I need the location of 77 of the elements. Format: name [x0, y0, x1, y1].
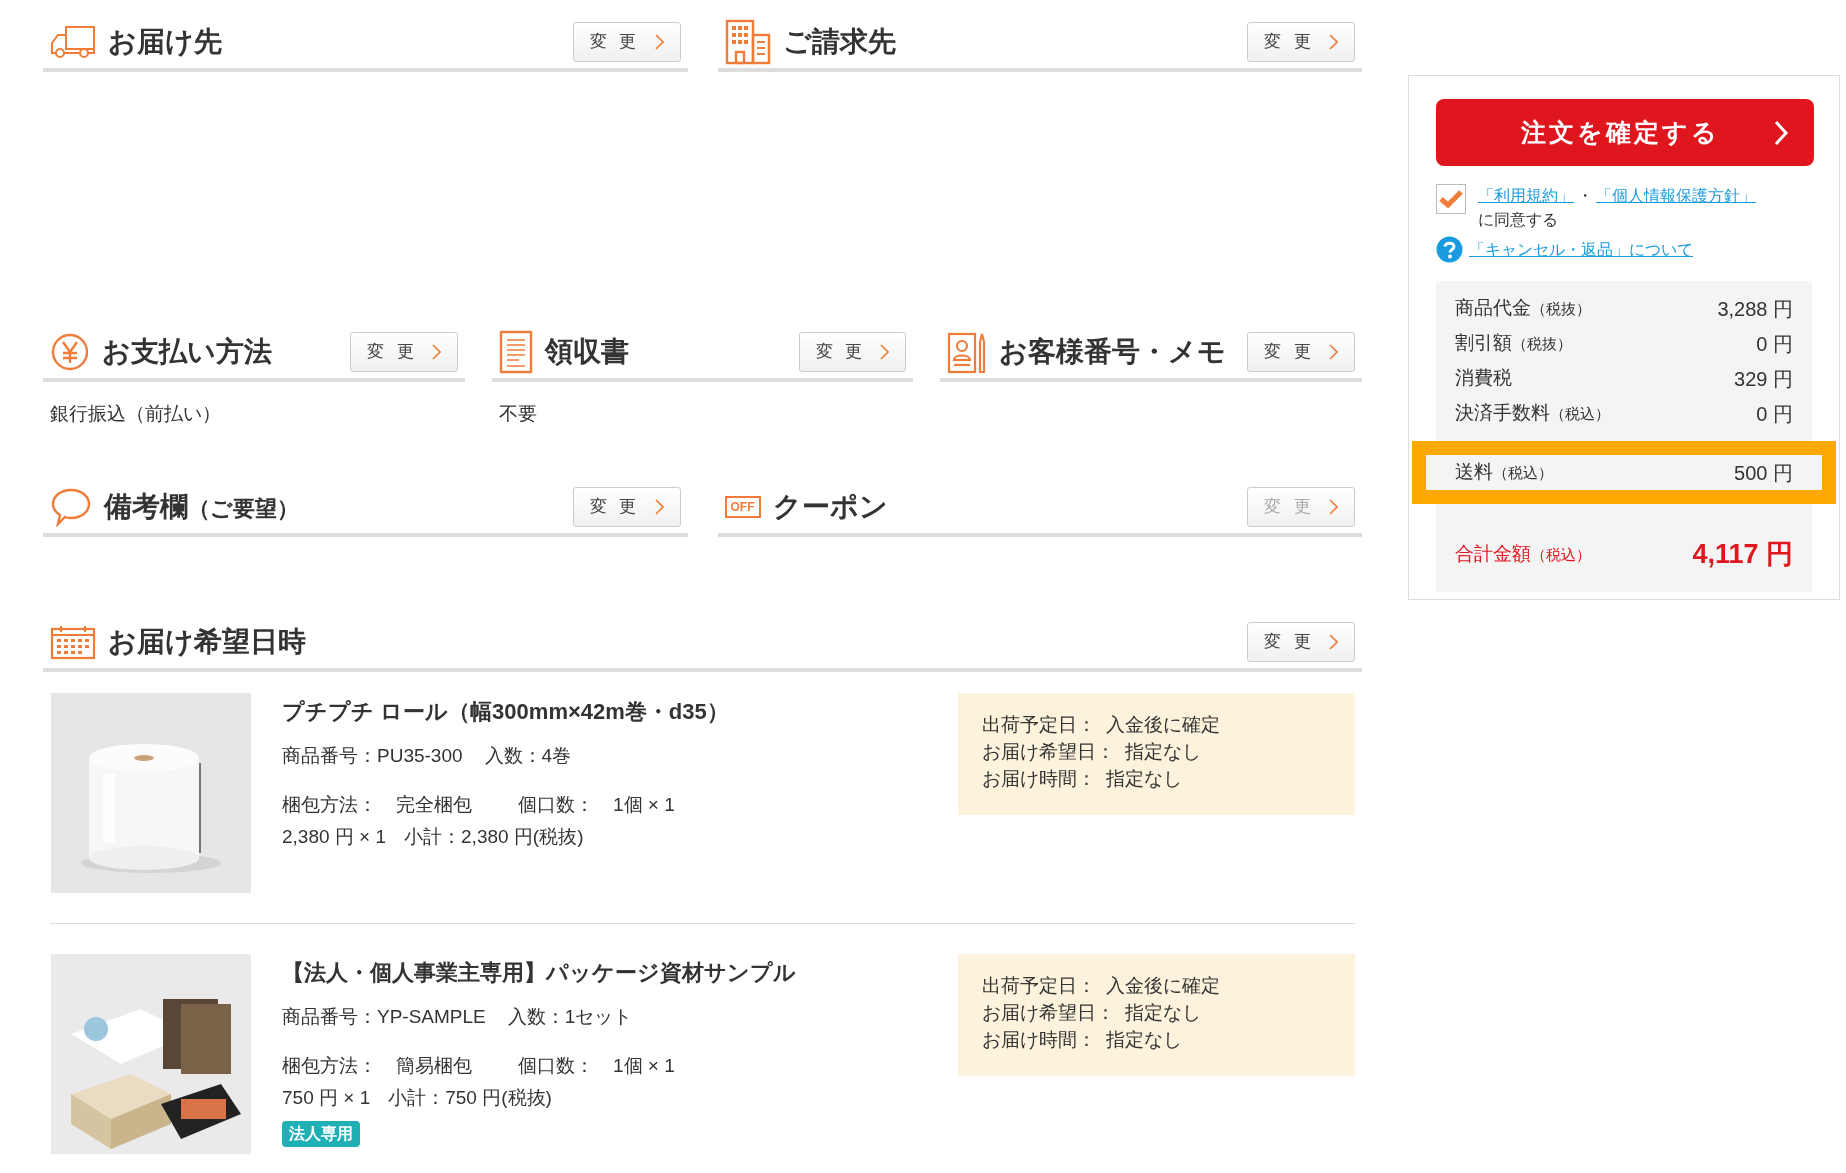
delivery-value: 指定なし [1125, 1001, 1201, 1025]
coupon-icon: OFF [724, 495, 761, 518]
summary-value: 4,117 円 [1692, 537, 1793, 571]
delivery-value: 指定なし [1106, 1028, 1182, 1052]
summary-label: 商品代金（税抜） [1455, 296, 1591, 321]
packing-method: 梱包方法： 完全梱包 [282, 792, 472, 817]
chevron-icon [654, 498, 664, 515]
summary-label: 割引額（税抜） [1455, 331, 1572, 356]
change-button[interactable]: 変 更 [1247, 21, 1355, 62]
item-number: 商品番号：YP-SAMPLE [282, 1005, 486, 1029]
change-button[interactable]: 変 更 [572, 486, 681, 527]
document-icon [498, 329, 533, 374]
delivery-value: 指定なし [1106, 767, 1182, 791]
delivery-label: お届け時間： [982, 1028, 1096, 1052]
delivery-value: 入金後に確定 [1106, 713, 1220, 737]
speech-bubble-icon [50, 486, 92, 527]
quantity: 入数：1セット [507, 1005, 633, 1029]
unit-price: 2,380 円 × 1 [282, 825, 387, 849]
summary-value: 0 円 [1756, 331, 1793, 357]
product-title: 【法人・個人事業主専用】パッケージ資材サンプル [282, 959, 797, 987]
item-number: 商品番号：PU35-300 [282, 744, 463, 768]
chevron-icon [880, 343, 890, 360]
packing-method: 梱包方法： 簡易梱包 [282, 1053, 472, 1078]
summary-label: 合計金額（税込） [1455, 541, 1591, 566]
change-button[interactable]: 変 更 [572, 21, 681, 62]
yen-icon [50, 331, 90, 372]
chevron-icon [1329, 33, 1338, 50]
section-title: クーポン [772, 489, 888, 524]
chevron-icon [654, 33, 664, 50]
section-value: 不要 [497, 402, 538, 426]
section-title: 領収書 [544, 334, 629, 369]
chevron-icon [431, 343, 441, 360]
agree-checkbox[interactable] [1436, 184, 1466, 214]
summary-value: 500 円 [1734, 460, 1793, 486]
delivery-label: お届け時間： [982, 767, 1096, 791]
truck-icon [50, 24, 96, 59]
calendar-icon [50, 623, 96, 660]
delivery-label: 出荷予定日： [982, 974, 1096, 998]
delivery-value: 指定なし [1125, 740, 1201, 764]
summary-label: 消費税 [1455, 366, 1512, 391]
section-title: 備考欄（ご要望） [104, 489, 299, 524]
parcel-count: 個口数： 1個 × 1 [518, 792, 675, 817]
agree-text: に同意する [1478, 210, 1559, 230]
chevron-icon [1329, 498, 1338, 515]
section-title: ご請求先 [782, 24, 896, 59]
summary-value: 3,288 円 [1717, 296, 1793, 322]
delivery-label: お届け希望日： [982, 1001, 1115, 1025]
chevron-icon [1329, 633, 1338, 650]
delivery-value: 入金後に確定 [1106, 974, 1220, 998]
section-title: お届け希望日時 [108, 624, 306, 659]
help-icon [1436, 236, 1463, 263]
section-title: お支払い方法 [102, 334, 272, 369]
change-button[interactable]: 変 更 [1247, 331, 1355, 372]
chevron-icon [1329, 343, 1338, 360]
building-icon [724, 18, 771, 65]
section-title: お届け先 [108, 24, 222, 59]
subtotal: 小計：2,380 円(税抜) [404, 825, 584, 849]
chevron-icon [1774, 119, 1788, 146]
section-value: 銀行振込（前払い） [49, 402, 222, 426]
business-tag: 法人専用 [282, 1120, 360, 1147]
change-button[interactable]: 変 更 [1247, 621, 1355, 662]
product-title: プチプチ ロール（幅300mm×42m巻・d35） [282, 698, 730, 726]
subtotal: 小計：750 円(税抜) [388, 1086, 552, 1110]
separator-dot: ・ [1576, 186, 1594, 206]
delivery-label: 出荷予定日： [982, 713, 1096, 737]
delivery-label: お届け希望日： [982, 740, 1115, 764]
confirm-order-button[interactable]: 注文を確定する [1436, 99, 1814, 166]
unit-price: 750 円 × 1 [282, 1086, 371, 1110]
summary-value: 329 円 [1734, 366, 1793, 392]
change-button[interactable]: 変 更 [349, 331, 458, 372]
summary-label: 送料（税込） [1455, 460, 1553, 485]
summary-label: 決済手数料（税込） [1455, 401, 1610, 426]
parcel-count: 個口数： 1個 × 1 [518, 1053, 675, 1078]
quantity: 入数：4巻 [484, 744, 572, 768]
section-title: お客様番号・メモ [999, 334, 1227, 369]
change-button[interactable]: 変 更 [798, 331, 907, 372]
summary-value: 0 円 [1756, 401, 1793, 427]
